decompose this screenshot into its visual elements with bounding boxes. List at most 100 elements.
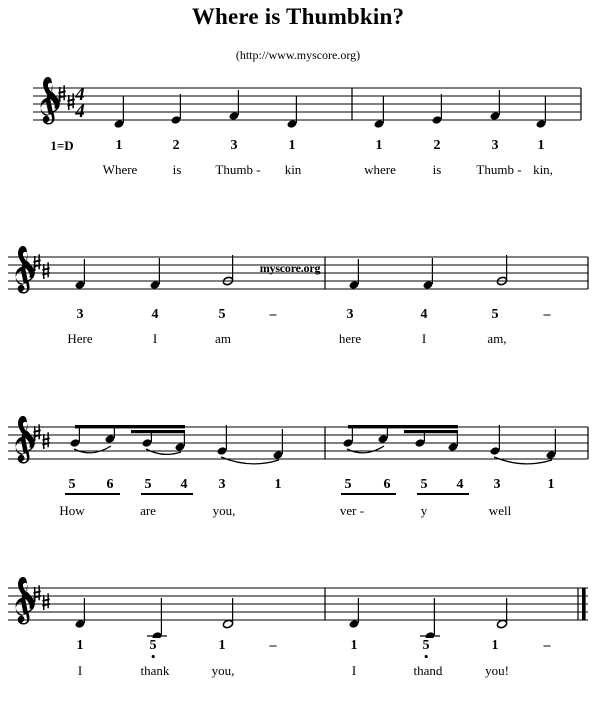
- slur: [220, 456, 280, 465]
- degree-number: 6: [383, 477, 391, 492]
- number-row-4: 1 5 1 – 1 5 1 –: [0, 638, 596, 658]
- degree-number: 5: [491, 307, 499, 322]
- key-signature-sharps: [58, 85, 75, 110]
- degree-number: 3: [76, 307, 84, 322]
- system-4: 1 5 1 – 1 5 1 – I thank you, I thand you…: [0, 568, 596, 728]
- degree-number-low-octave: 5: [422, 638, 430, 653]
- lyric-syllable: I: [152, 331, 158, 346]
- low-octave-dot: [151, 655, 155, 658]
- degree-number: 1: [76, 638, 84, 653]
- staff-1: 4 4: [33, 77, 582, 128]
- degree-number: 5: [144, 477, 152, 492]
- lyric-syllable: you,: [212, 503, 236, 518]
- lyric-syllable: thand: [413, 663, 443, 678]
- degree-number: 5: [344, 477, 352, 492]
- key-signature-sharps: [33, 254, 50, 279]
- secondary-beam: [131, 430, 185, 434]
- lyric-syllable: kin: [284, 162, 302, 177]
- slur: [73, 445, 112, 454]
- secondary-beam: [404, 430, 458, 434]
- system-3: 5 6 5 4 3 1 5 6 5 4 3 1 How are you, ver…: [0, 405, 596, 565]
- degree-number: 3: [230, 138, 238, 153]
- degree-number: 5: [420, 477, 428, 492]
- lyric-syllable: where: [364, 162, 396, 177]
- lyric-syllable: am: [215, 331, 231, 346]
- key-signature-sharps: [33, 424, 50, 449]
- eighth-underline: [65, 493, 120, 495]
- degree-number: 6: [106, 477, 114, 492]
- lyric-row-2: Here I am here I am,: [0, 331, 596, 351]
- slur: [493, 456, 553, 465]
- lyric-syllable: thank: [140, 663, 170, 678]
- page-subtitle: (http://www.myscore.org): [235, 48, 361, 62]
- degree-number: 4: [151, 307, 159, 322]
- lyric-syllable: How: [59, 503, 85, 518]
- degree-number: 3: [491, 138, 499, 153]
- degree-number: 1: [350, 638, 358, 653]
- degree-number: 1: [115, 138, 123, 153]
- watermark-label: myscore.org: [259, 261, 321, 275]
- eighth-underline: [417, 493, 469, 495]
- time-signature: 4 4: [74, 84, 85, 122]
- lyric-syllable: am,: [487, 331, 507, 346]
- beam: [75, 425, 185, 429]
- lyric-syllable: Thumb -: [215, 162, 261, 177]
- final-barline: [582, 588, 586, 620]
- lyric-syllable: Where: [102, 162, 138, 177]
- degree-dash: –: [543, 307, 551, 322]
- slur: [145, 448, 182, 456]
- degree-number: 3: [218, 477, 226, 492]
- degree-dash: –: [269, 638, 277, 653]
- low-octave-dot: [424, 655, 428, 658]
- degree-number: 1: [274, 477, 282, 492]
- lyric-row-1: Where is Thumb - kin where is Thumb - ki…: [0, 162, 596, 182]
- degree-number: 1: [491, 638, 499, 653]
- treble-clef-icon: [15, 577, 35, 625]
- treble-clef-icon: [15, 416, 35, 464]
- half-note: [222, 598, 234, 629]
- degree-number: 1: [218, 638, 226, 653]
- lyric-syllable: you,: [211, 663, 235, 678]
- degree-number: 1: [547, 477, 555, 492]
- lyric-syllable: is: [172, 162, 182, 177]
- degree-number: 5: [218, 307, 226, 322]
- degree-number: 1: [537, 138, 545, 153]
- staff-3: [8, 416, 589, 465]
- lyric-row-4: I thank you, I thand you!: [0, 663, 596, 683]
- key-signature-sharps: [33, 585, 50, 610]
- key-label: 1=D: [50, 138, 74, 153]
- treble-clef-icon: [15, 246, 35, 294]
- degree-number: 2: [433, 138, 441, 153]
- degree-dash: –: [543, 638, 551, 653]
- slur: [346, 445, 385, 454]
- degree-number-low-octave: 5: [149, 638, 157, 653]
- lyric-syllable: I: [421, 331, 427, 346]
- page-title: Where is Thumbkin?: [191, 4, 405, 29]
- lyric-syllable: Thumb -: [476, 162, 522, 177]
- lyric-syllable: is: [432, 162, 442, 177]
- degree-number: 3: [493, 477, 501, 492]
- lyric-syllable: are: [140, 503, 156, 518]
- notes-3a: [70, 425, 283, 465]
- lyric-row-3: How are you, ver - y well: [0, 503, 596, 523]
- system-2: myscore.org 3 4 5 – 3 4 5 – Here I am he…: [0, 243, 596, 403]
- beam: [348, 425, 458, 429]
- lyric-syllable: Here: [67, 331, 93, 346]
- lyric-syllable: you!: [485, 663, 509, 678]
- degree-dash: –: [269, 307, 277, 322]
- number-row-2: 3 4 5 – 3 4 5 –: [0, 307, 596, 327]
- degree-number: 1: [288, 138, 296, 153]
- degree-number: 1: [375, 138, 383, 153]
- treble-clef-icon: [40, 77, 60, 125]
- number-row-3: 5 6 5 4 3 1 5 6 5 4 3 1: [0, 477, 596, 497]
- svg-text:4: 4: [74, 101, 85, 122]
- degree-number: 3: [346, 307, 354, 322]
- lyric-syllable: y: [420, 503, 428, 518]
- half-note: [496, 598, 508, 629]
- staff-4: [8, 577, 588, 638]
- score-page: Where is Thumbkin? (http://www.myscore.o…: [0, 0, 596, 723]
- system-1: 4 4 1=D 1 2 3 1 1 2 3 1 Where is Thumb -…: [0, 74, 596, 234]
- eighth-underline: [141, 493, 193, 495]
- lyric-syllable: ver -: [339, 503, 365, 518]
- degree-number: 5: [68, 477, 76, 492]
